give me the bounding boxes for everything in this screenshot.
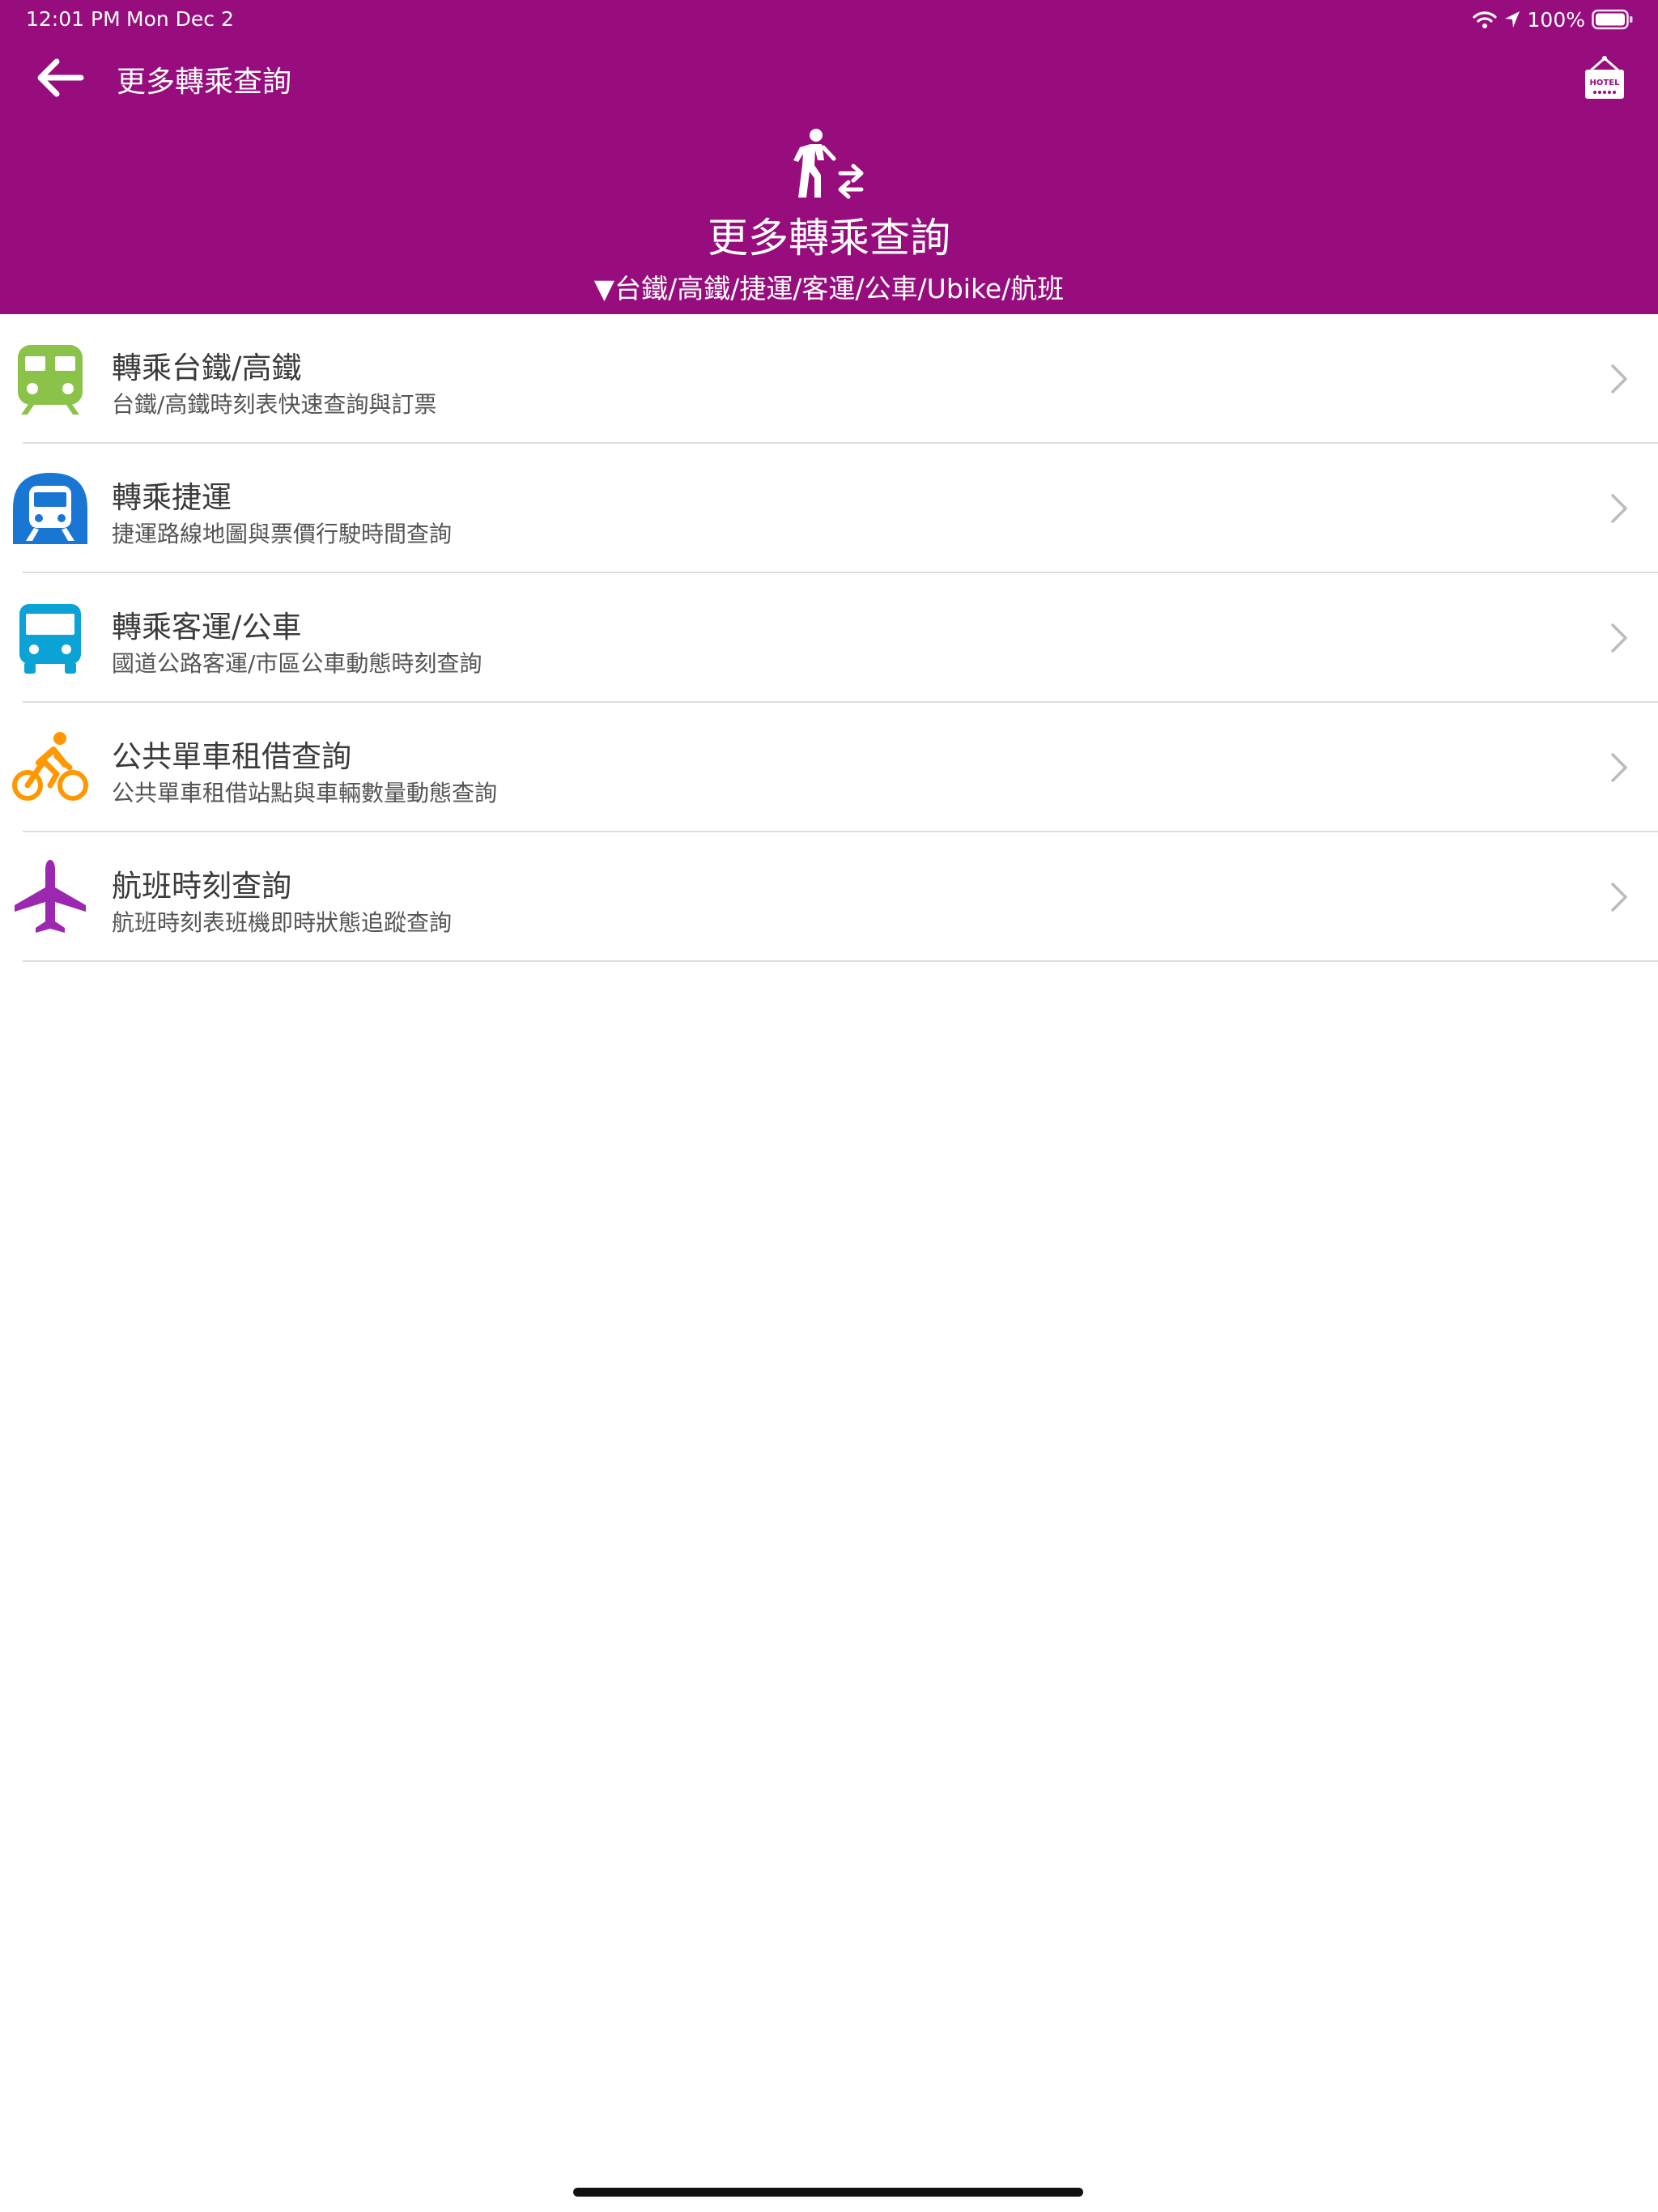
bike-icon: [12, 732, 88, 801]
battery-icon: [1592, 9, 1633, 30]
back-button[interactable]: [31, 55, 87, 100]
list-item-title: 公共單車租借查詢: [112, 739, 351, 774]
list-item-desc: 台鐵/高鐵時刻表快速查詢與訂票: [112, 391, 437, 418]
bus-icon: [19, 604, 81, 674]
list-item-bus[interactable]: 轉乘客運/公車 國道公路客運/市區公車動態時刻查詢: [0, 573, 1658, 703]
status-bar: 12:01 PM Mon Dec 2 100%: [0, 0, 1658, 39]
status-date: Mon Dec 2: [126, 7, 234, 31]
transfer-list: 轉乘台鐵/高鐵 台鐵/高鐵時刻表快速查詢與訂票 轉乘捷運 捷運路線地圖與票價行駛…: [0, 314, 1658, 962]
battery-percent: 100%: [1527, 7, 1585, 32]
list-item-flight[interactable]: 航班時刻查詢 航班時刻表班機即時狀態追蹤查詢: [0, 832, 1658, 962]
transfer-walk-icon: [793, 129, 864, 199]
list-item-desc: 航班時刻表班機即時狀態追蹤查詢: [112, 909, 453, 936]
nav-bar: 更多轉乘查詢 HOTEL: [0, 39, 1658, 120]
nav-title: 更多轉乘查詢: [117, 66, 292, 99]
status-right: 100%: [1472, 7, 1634, 32]
chevron-right-icon: [1611, 883, 1627, 912]
divider: [23, 960, 1658, 962]
hotel-sign-icon: HOTEL: [1585, 56, 1624, 99]
metro-icon: [13, 473, 87, 544]
status-time: 12:01 PM: [26, 7, 121, 31]
chevron-right-icon: [1611, 494, 1627, 523]
list-item-bike[interactable]: 公共單車租借查詢 公共單車租借站點與車輛數量動態查詢: [0, 703, 1658, 832]
list-item-title: 航班時刻查詢: [112, 869, 291, 904]
header: 12:01 PM Mon Dec 2 100% 更多轉乘查詢 HOTEL 更多轉…: [0, 0, 1658, 314]
location-arrow-icon: [1504, 11, 1520, 28]
airplane-icon: [15, 860, 86, 933]
list-item-metro[interactable]: 轉乘捷運 捷運路線地圖與票價行駛時間查詢: [0, 444, 1658, 573]
arrow-left-icon: [37, 58, 84, 97]
chevron-right-icon: [1611, 753, 1627, 782]
hero-subtitle: ▼台鐵/高鐵/捷運/客運/公車/Ubike/航班: [593, 273, 1065, 304]
chevron-right-icon: [1611, 364, 1627, 393]
list-item-desc: 國道公路客運/市區公車動態時刻查詢: [112, 650, 483, 677]
train-icon: [18, 345, 83, 415]
home-indicator[interactable]: [573, 2188, 1083, 2197]
list-item-desc: 公共單車租借站點與車輛數量動態查詢: [112, 780, 498, 806]
list-item-train[interactable]: 轉乘台鐵/高鐵 台鐵/高鐵時刻表快速查詢與訂票: [0, 314, 1658, 444]
hotel-button[interactable]: HOTEL: [1582, 55, 1627, 104]
list-item-title: 轉乘客運/公車: [112, 610, 302, 644]
list-item-title: 轉乘台鐵/高鐵: [112, 351, 302, 385]
list-item-desc: 捷運路線地圖與票價行駛時間查詢: [112, 521, 453, 547]
wifi-icon: [1472, 11, 1497, 28]
list-item-title: 轉乘捷運: [112, 480, 232, 515]
hotel-sign-label: HOTEL: [1590, 79, 1621, 87]
chevron-right-icon: [1611, 623, 1627, 653]
hero-title: 更多轉乘查詢: [708, 215, 950, 262]
